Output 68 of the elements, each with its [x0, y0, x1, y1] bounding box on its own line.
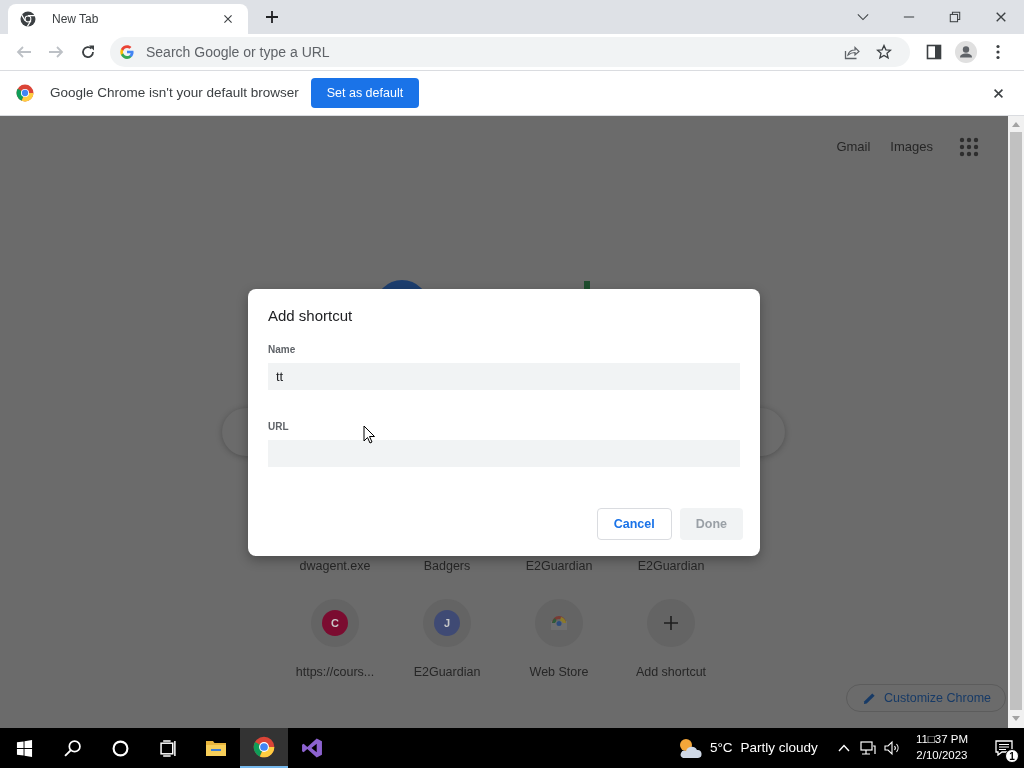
google-icon: [120, 45, 134, 59]
shortcut-label[interactable]: E2Guardian: [637, 557, 705, 576]
weather-icon: [677, 737, 702, 759]
images-link[interactable]: Images: [890, 137, 933, 157]
tab-title: New Tab: [52, 11, 100, 28]
shortcut-label[interactable]: Add shortcut: [635, 663, 707, 682]
shortcut-tile[interactable]: C: [311, 599, 359, 647]
windows-icon: [15, 739, 33, 757]
notifications-button[interactable]: 1: [984, 728, 1024, 768]
apps-grid-icon: [959, 137, 979, 157]
shortcut-label[interactable]: Badgers: [423, 557, 471, 576]
chrome-logo-icon: [16, 84, 34, 102]
shortcut-tile[interactable]: J: [423, 599, 471, 647]
plus-icon: [664, 616, 678, 630]
shortcut-tile[interactable]: [535, 599, 583, 647]
task-view-icon: [159, 739, 177, 757]
shortcut-label[interactable]: Web Store: [529, 663, 589, 682]
more-icon: [996, 44, 1000, 60]
pencil-icon: [863, 691, 876, 705]
close-icon: [223, 14, 233, 24]
scrollbar[interactable]: [1008, 116, 1024, 728]
cancel-button[interactable]: Cancel: [596, 508, 672, 540]
letter-icon: C: [322, 610, 348, 636]
dialog-title: Add shortcut: [268, 307, 354, 325]
volume-icon[interactable]: [883, 740, 900, 756]
side-panel-icon: [926, 44, 942, 60]
store-icon: [550, 615, 568, 631]
network-icon[interactable]: [859, 740, 876, 756]
letter-icon: J: [434, 610, 460, 636]
circle-icon: [111, 739, 129, 757]
weather-temperature[interactable]: 5°C: [709, 737, 733, 759]
chrome-logo-icon: [253, 736, 275, 758]
close-icon: [992, 87, 1004, 99]
shortcut-label[interactable]: dwagent.exe: [299, 557, 371, 576]
field-label: Name: [268, 343, 297, 357]
shortcut-label[interactable]: E2Guardian: [413, 663, 481, 682]
share-icon: [844, 44, 860, 60]
scroll-down-icon: [1012, 716, 1020, 721]
star-icon: [876, 44, 892, 60]
shortcut-label[interactable]: https://cours...: [295, 663, 375, 682]
clock-time[interactable]: 11□37 PM: [915, 732, 968, 748]
input-field[interactable]: tt: [268, 363, 740, 390]
close-icon: [995, 11, 1007, 23]
restore-icon: [949, 11, 961, 23]
notification-count: 1: [1005, 749, 1019, 763]
address-bar[interactable]: Search Google or type a URL: [110, 37, 910, 67]
browser-tab[interactable]: New Tab: [8, 4, 248, 34]
set-default-button[interactable]: Set as default: [310, 78, 420, 108]
avatar-icon: [955, 41, 977, 63]
weather-condition[interactable]: Partly cloudy: [740, 737, 818, 759]
mouse-pointer-icon: [363, 425, 376, 444]
infobar-message: Google Chrome isn't your default browser: [50, 83, 299, 102]
add-shortcut-tile[interactable]: [647, 599, 695, 647]
customize-chrome-button[interactable]: Customize Chrome: [846, 684, 1006, 712]
chevron-up-icon[interactable]: [837, 744, 850, 752]
clock-date[interactable]: 2/10/2023: [915, 748, 968, 764]
scroll-up-icon: [1012, 122, 1020, 127]
gmail-link[interactable]: Gmail: [836, 137, 871, 157]
input-field[interactable]: [268, 440, 740, 467]
chrome-icon: [20, 11, 36, 27]
chevron-down-icon: [857, 11, 869, 23]
shortcut-label[interactable]: E2Guardian: [525, 557, 593, 576]
scrollbar-thumb[interactable]: [1010, 132, 1022, 710]
search-icon: [63, 739, 81, 757]
studio-icon: [301, 737, 323, 759]
field-label: URL: [268, 420, 290, 434]
taskbar-button[interactable]: [240, 728, 288, 768]
plus-icon: [265, 10, 279, 24]
